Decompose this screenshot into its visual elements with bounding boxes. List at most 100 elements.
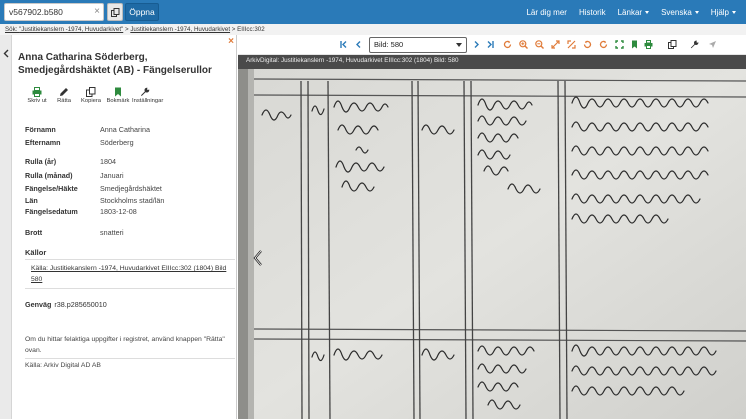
field-value: 1803-12-08: [100, 207, 137, 216]
rotate-left-icon[interactable]: [583, 40, 592, 49]
chevron-left-icon: [3, 49, 9, 58]
field-value: Smedjegårdshäktet: [100, 184, 162, 193]
search-input[interactable]: [5, 4, 91, 20]
nav-link-label: Svenska: [661, 7, 692, 17]
wrench-icon: [141, 87, 150, 96]
breadcrumb-archive-link[interactable]: Justitiekanslern -1974, Huvudarkivet: [130, 26, 230, 33]
tool-label: Inställningar: [132, 98, 164, 104]
manuscript-page-image: [238, 69, 746, 419]
previous-image-arrow-icon[interactable]: [253, 250, 263, 266]
field-value: Stockholms stad/län: [100, 196, 165, 205]
shortcut-value: r38.p285650010: [54, 300, 107, 309]
correction-note: Om du hittar felaktiga uppgifter i regis…: [25, 336, 225, 354]
pencil-icon: [60, 88, 68, 96]
caret-down-icon: [456, 43, 462, 47]
zoom-out-icon[interactable]: [535, 40, 544, 49]
tool-label: Skriv ut: [27, 98, 47, 104]
correct-button[interactable]: Rätta: [51, 86, 77, 109]
pointer-icon[interactable]: [708, 40, 717, 49]
shortcut: Genväg r38.p285650010: [25, 300, 107, 309]
field-value: snatteri: [100, 228, 124, 237]
record-title: Anna Catharina Söderberg, Smedjegårdshäk…: [18, 52, 212, 76]
nav-language-menu[interactable]: Svenska: [661, 8, 699, 17]
image-viewer[interactable]: [238, 55, 746, 419]
copy-icon[interactable]: [668, 40, 677, 49]
field-last-name: Efternamn Söderberg: [25, 138, 134, 147]
field-label: Län: [25, 196, 38, 205]
tool-label: Bokmärk: [106, 98, 130, 104]
field-label: Efternamn: [25, 138, 61, 147]
field-label: Fängelse/Häkte: [25, 184, 78, 193]
next-page-icon[interactable]: [472, 40, 481, 49]
tool-label: Kopiera: [81, 98, 101, 104]
copy-search-button[interactable]: [107, 3, 123, 21]
source-link[interactable]: Källa: Justitiekanslern -1974, Huvudarki…: [31, 264, 236, 285]
source-credit: Källa: Arkiv Digital AD AB: [25, 362, 101, 369]
copy-icon: [86, 87, 96, 97]
image-select[interactable]: Bild: 580: [369, 37, 467, 53]
field-crime: Brott snatteri: [25, 228, 124, 237]
nav-link-label: Historik: [578, 7, 606, 17]
sources-heading: Källor: [25, 248, 47, 257]
copy-icon: [111, 8, 120, 17]
viewer-toolbar: Bild: 580: [238, 35, 746, 55]
rotate-right-icon[interactable]: [599, 40, 608, 49]
shortcut-label: Genväg: [25, 300, 52, 309]
bookmark-icon: [115, 87, 121, 97]
wrench-icon[interactable]: [690, 40, 699, 49]
bookmark-button[interactable]: Bokmärk: [105, 86, 131, 109]
prev-page-icon[interactable]: [354, 40, 363, 49]
nav-history[interactable]: Historik: [579, 8, 606, 17]
fullscreen-icon[interactable]: [615, 40, 624, 49]
clear-icon[interactable]: ×: [94, 5, 100, 19]
field-value: Januari: [100, 171, 124, 180]
breadcrumb-search-label: "Justitiekanslern -1974, Huvudarkivet": [19, 26, 124, 33]
top-navbar: × Öppna Lär dig mer Historik Länkar Sven…: [0, 0, 746, 24]
divider: [25, 358, 235, 359]
field-value: 1804: [100, 157, 116, 166]
field-value: Söderberg: [100, 138, 134, 147]
fit-width-icon[interactable]: [551, 40, 560, 49]
record-panel: × Anna Catharina Söderberg, Smedjegårdsh…: [12, 35, 237, 419]
breadcrumb-search-link[interactable]: Sök: "Justitiekanslern -1974, Huvudarkiv…: [5, 26, 123, 33]
print-button[interactable]: Skriv ut: [24, 86, 50, 109]
field-prison-date: Fängelsedatum 1803-12-08: [25, 207, 137, 216]
field-label: Brott: [25, 228, 43, 237]
field-county: Län Stockholms stad/län: [25, 196, 164, 205]
tool-label: Rätta: [57, 98, 71, 104]
field-label: Rulla (månad): [25, 171, 73, 180]
panel-toggle-strip[interactable]: [0, 35, 12, 419]
last-page-icon[interactable]: [485, 40, 494, 49]
record-toolbar: Skriv ut Rätta Kopiera Bokmärk Inställni…: [24, 86, 164, 109]
printer-icon[interactable]: [644, 40, 653, 49]
open-button[interactable]: Öppna: [125, 3, 159, 21]
printer-icon: [32, 87, 42, 97]
search-field[interactable]: ×: [4, 3, 104, 21]
image-select-value: Bild: 580: [374, 40, 404, 49]
divider: [25, 259, 235, 260]
viewer-caption: ArkivDigital: Justitiekanslern -1974, Hu…: [246, 57, 459, 64]
bookmark-icon[interactable]: [630, 40, 639, 49]
field-value: Anna Catharina: [100, 125, 150, 134]
nav-learn-more[interactable]: Lär dig mer: [526, 8, 566, 17]
field-label: Fängelsedatum: [25, 207, 78, 216]
nav-help-menu[interactable]: Hjälp: [711, 8, 736, 17]
close-icon[interactable]: ×: [228, 36, 234, 47]
refresh-icon[interactable]: [503, 40, 512, 49]
first-page-icon[interactable]: [340, 40, 349, 49]
fit-page-icon[interactable]: [567, 40, 576, 49]
field-label: Förnamn: [25, 125, 56, 134]
field-roll-year: Rulla (år) 1804: [25, 157, 116, 166]
field-first-name: Förnamn Anna Catharina: [25, 125, 150, 134]
caret-down-icon: [645, 10, 650, 14]
settings-button[interactable]: Inställningar: [132, 86, 164, 109]
breadcrumb-prefix: Sök:: [5, 26, 20, 33]
field-roll-month: Rulla (månad) Januari: [25, 171, 124, 180]
nav-link-label: Hjälp: [710, 7, 729, 17]
zoom-in-icon[interactable]: [519, 40, 528, 49]
nav-links-menu[interactable]: Länkar: [617, 7, 650, 17]
nav-link-label: Länkar: [617, 7, 643, 17]
caret-down-icon: [694, 10, 699, 14]
field-label: Rulla (år): [25, 157, 57, 166]
copy-button[interactable]: Kopiera: [78, 86, 104, 109]
